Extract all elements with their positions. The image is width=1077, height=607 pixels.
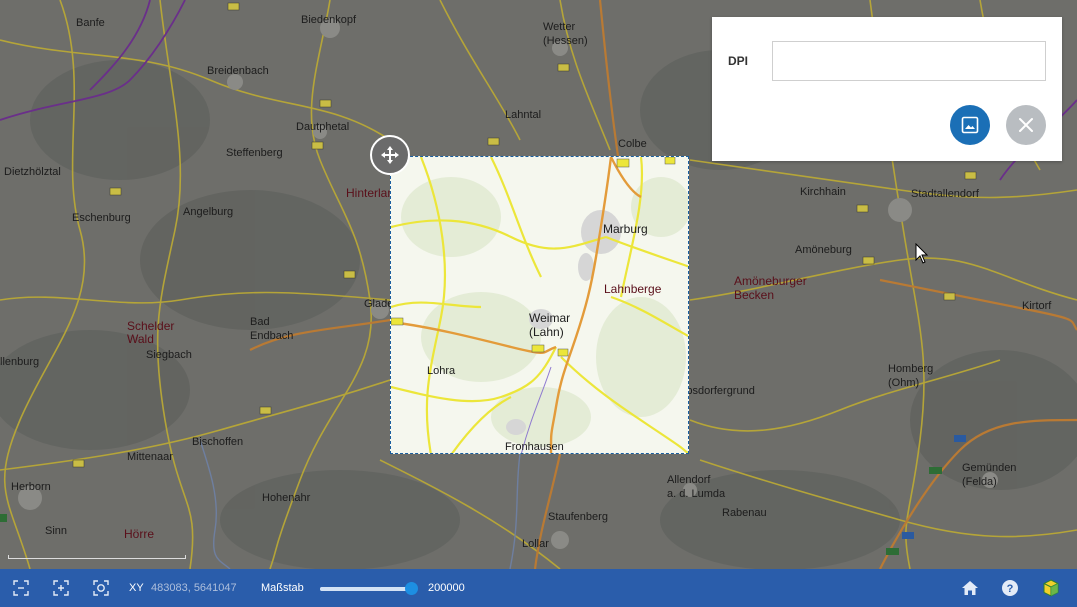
region-label: Wald — [127, 332, 154, 346]
close-icon — [1019, 118, 1033, 132]
place-label: Dietzhölztal — [4, 166, 61, 178]
layers-cube-icon[interactable] — [1042, 579, 1060, 597]
frame-place-label: (Lahn) — [529, 325, 564, 339]
place-label: Hohenahr — [262, 492, 311, 504]
svg-text:?: ? — [1007, 583, 1014, 595]
dpi-input[interactable] — [772, 41, 1046, 81]
move-frame-handle[interactable] — [370, 135, 410, 175]
place-label: Biedenkopf — [301, 14, 357, 26]
print-export-panel: DPI — [712, 17, 1062, 161]
export-image-button[interactable] — [950, 105, 990, 145]
place-label: Bischoffen — [192, 436, 244, 448]
place-label: Gemünden — [962, 462, 1017, 474]
place-label: a. d. Lumda — [667, 488, 726, 500]
place-label: Angelburg — [183, 206, 234, 218]
place-label: llenburg — [0, 356, 40, 368]
print-export-frame[interactable]: Marburg Lahnberge Weimar (Lahn) Lohra Fronhau… — [390, 156, 689, 454]
coordinate-value: 483083, 5641047 — [151, 582, 237, 594]
place-label: Eschenburg — [72, 212, 131, 224]
place-label: Ebsdorfergrund — [679, 385, 755, 397]
place-label: Kirchhain — [800, 186, 846, 198]
locate-icon[interactable] — [92, 579, 110, 597]
dpi-label: DPI — [728, 54, 749, 68]
frame-place-label: Lohra — [427, 365, 456, 377]
scale-value: 200000 — [428, 582, 465, 594]
place-label: Wetter — [543, 21, 576, 33]
place-label: Lahntal — [505, 109, 542, 121]
place-label: Staufenberg — [548, 511, 608, 523]
scale-label: Maßstab — [261, 582, 304, 594]
mouse-cursor-icon — [915, 243, 929, 264]
frame-place-label: Weimar — [529, 311, 571, 325]
place-label: Siegbach — [146, 349, 192, 361]
place-label: (Ohm) — [888, 377, 920, 389]
place-label: Lollar — [522, 538, 549, 550]
place-label: Endbach — [250, 330, 294, 342]
place-label: (Hessen) — [543, 35, 588, 47]
bottom-toolbar: XY 483083, 5641047 Maßstab 200000 ? — [0, 569, 1077, 607]
frame-place-label: Marburg — [603, 222, 648, 236]
frame-place-label: Lahnberge — [604, 282, 662, 296]
coordinate-label: XY — [129, 582, 144, 594]
scale-slider[interactable] — [320, 582, 419, 595]
fullscreen-icon[interactable] — [12, 579, 30, 597]
zoom-to-extent-icon[interactable] — [52, 579, 70, 597]
place-label: Mittenaar — [127, 451, 173, 463]
scale-slider-thumb[interactable] — [405, 582, 419, 595]
place-label: Stadtallendorf — [911, 188, 979, 200]
region-label: Becken — [734, 288, 775, 302]
place-label: Sinn — [45, 525, 68, 537]
place-label: Breidenbach — [207, 65, 269, 77]
help-icon[interactable]: ? — [1001, 579, 1019, 597]
export-frame-preview — [391, 157, 688, 453]
map-scale-bar — [8, 555, 186, 559]
place-label: Rabenau — [722, 507, 767, 519]
move-arrows-icon — [381, 146, 399, 164]
place-label: Homberg — [888, 363, 934, 375]
place-label: Allendorf — [667, 474, 711, 486]
place-label: Kirtorf — [1022, 300, 1052, 312]
home-icon[interactable] — [961, 579, 979, 597]
place-label: Amöneburg — [795, 244, 852, 256]
image-icon — [961, 116, 979, 134]
place-label: Steffenberg — [226, 147, 283, 159]
scale-slider-fill — [320, 587, 412, 591]
place-label: (Felda) — [962, 476, 997, 488]
region-label: Amöneburger — [734, 274, 807, 288]
place-label: Dautphetal — [296, 121, 350, 133]
place-label: Bad — [250, 316, 270, 328]
place-label: Banfe — [76, 17, 105, 29]
close-panel-button[interactable] — [1006, 105, 1046, 145]
region-label: Hörre — [124, 527, 155, 541]
frame-place-label: Fronhausen — [505, 441, 564, 453]
place-label: Herborn — [11, 481, 51, 493]
place-label: Colbe — [618, 138, 647, 150]
region-label: Schelder — [127, 319, 175, 333]
